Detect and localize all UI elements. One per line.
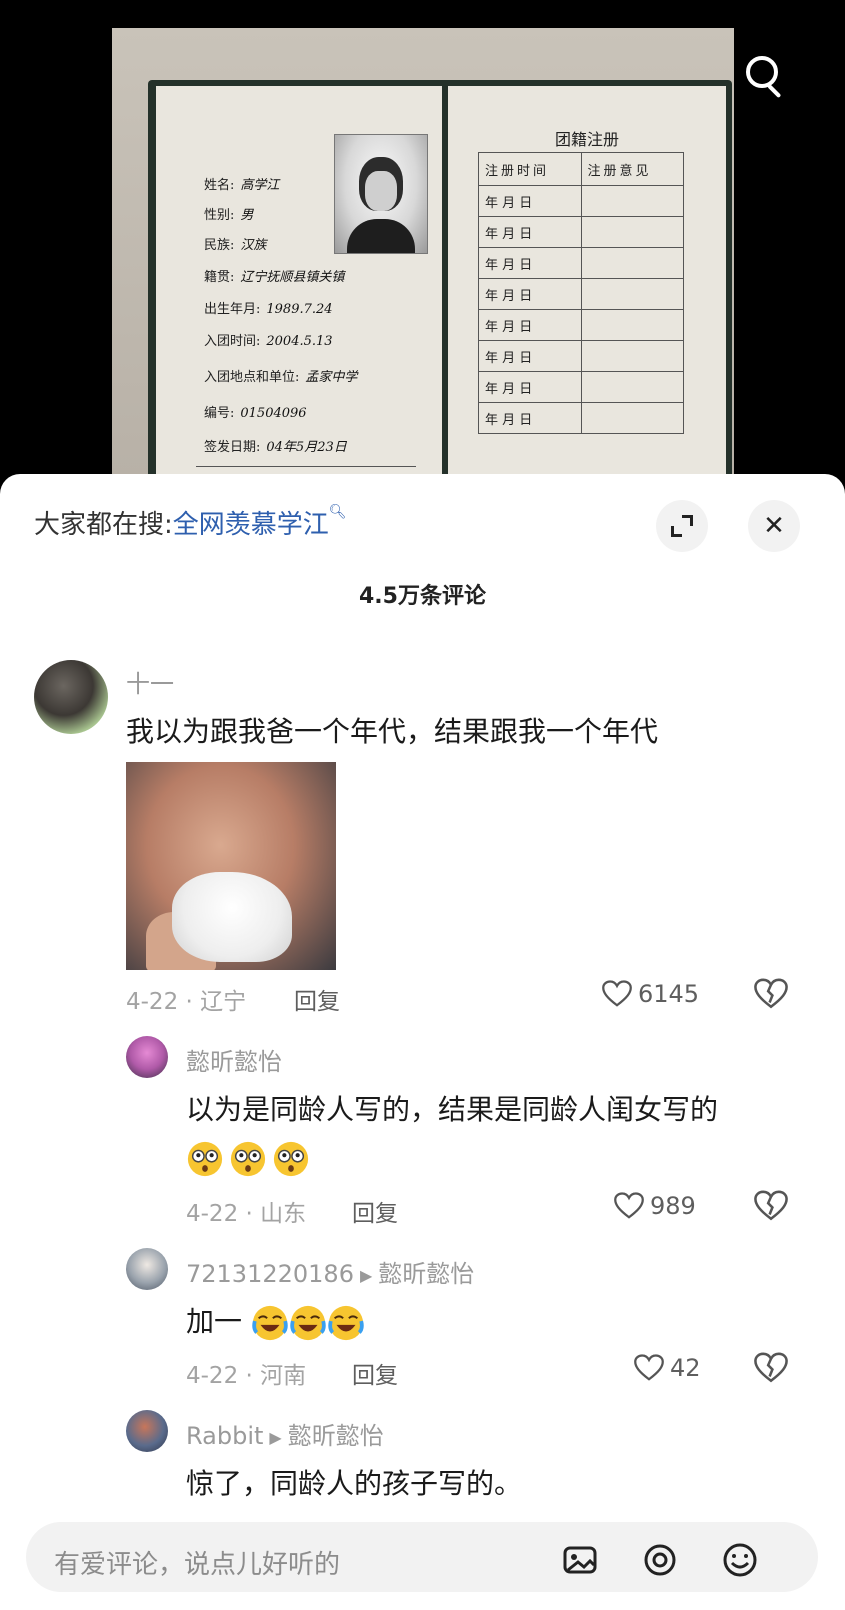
reply-header: 72131220186 ▶ 懿昕懿怡 xyxy=(186,1254,474,1289)
comment-count: 4.5万条评论 xyxy=(359,584,486,609)
comment-date-location: 4-22 · 山东 xyxy=(186,1201,307,1227)
expand-icon xyxy=(671,515,693,537)
comment-text: 以为是同龄人写的，结果是同龄人闺女写的 xyxy=(186,1093,719,1126)
comment-text: 惊了，同龄人的孩子写的。 xyxy=(186,1467,523,1500)
laugh-cry-emoji-icon xyxy=(290,1305,326,1341)
reply-header: Rabbit ▶ 懿昕懿怡 xyxy=(186,1416,384,1451)
field-number: 编号: 01504096 xyxy=(204,406,307,421)
comment-username[interactable]: 懿昕懿怡 xyxy=(186,1042,282,1077)
video-player[interactable]: 姓名: 高学江 性别: 男 民族: 汉族 籍贯: 辽宁抚顺县镇关镇 出生年月: 1989.… xyxy=(0,0,845,500)
close-button[interactable]: ✕ xyxy=(748,500,800,552)
field-hometown: 籍贯: 辽宁抚顺县镇关镇 xyxy=(204,270,345,285)
reply-to-username[interactable]: 懿昕懿怡 xyxy=(288,1422,384,1450)
portrait-photo xyxy=(334,134,428,254)
avatar[interactable] xyxy=(126,1036,168,1078)
shocked-emoji-icon xyxy=(274,1141,309,1177)
avatar[interactable] xyxy=(34,660,108,734)
comment-username[interactable]: 十一 xyxy=(126,664,174,699)
avatar[interactable] xyxy=(126,1410,168,1452)
field-gender: 性别: 男 xyxy=(204,208,254,223)
shocked-emoji-icon xyxy=(230,1141,266,1177)
booklet-left-page: 姓名: 高学江 性别: 男 民族: 汉族 籍贯: 辽宁抚顺县镇关镇 出生年月: 1989.… xyxy=(156,86,442,500)
comment-text: 我以为跟我爸一个年代，结果跟我一个年代 xyxy=(126,715,659,748)
shocked-emoji-icon xyxy=(187,1141,223,1177)
registration-title: 团籍注册 xyxy=(554,130,619,149)
heart-icon xyxy=(634,1354,664,1381)
reply-arrow-icon: ▶ xyxy=(359,1265,373,1285)
like-button[interactable]: 6145 xyxy=(602,980,699,1008)
reply-to-username[interactable]: 懿昕懿怡 xyxy=(378,1260,474,1288)
emoji-row xyxy=(186,1140,310,1178)
broken-heart-icon[interactable] xyxy=(754,1190,788,1222)
comment-username[interactable]: 72131220186 xyxy=(186,1260,354,1288)
membership-booklet: 姓名: 高学江 性别: 男 民族: 汉族 籍贯: 辽宁抚顺县镇关镇 出生年月: 1989.… xyxy=(148,80,732,500)
laugh-cry-emoji-icon xyxy=(252,1305,288,1341)
broken-heart-icon[interactable] xyxy=(754,978,788,1010)
search-icon[interactable] xyxy=(740,50,792,102)
close-icon: ✕ xyxy=(763,511,785,541)
heart-icon xyxy=(614,1192,644,1219)
booklet-right-page: 团籍注册 注册时间 注册意见 年 月 日 年 月 日 年 月 日 年 月 日 年 … xyxy=(448,86,726,500)
broken-heart-icon[interactable] xyxy=(754,1352,788,1384)
field-issue-date: 签发日期: 04年5月23日 xyxy=(204,440,347,455)
hot-search-keyword[interactable]: 全网羡慕学江 xyxy=(173,510,329,540)
like-button[interactable]: 42 xyxy=(634,1354,701,1382)
reply-arrow-icon: ▶ xyxy=(269,1427,282,1447)
field-join-date: 入团时间: 2004.5.13 xyxy=(204,334,333,349)
comment-date-location: 4-22 · 河南 xyxy=(186,1363,307,1389)
at-icon[interactable] xyxy=(640,1540,680,1580)
like-button[interactable]: 989 xyxy=(614,1192,696,1220)
comment-meme-image[interactable] xyxy=(126,762,336,970)
field-join-place: 入团地点和单位: 孟家中学 xyxy=(204,370,358,385)
hot-search-bar[interactable]: 大家都在搜:全网羡慕学江🔍︎ xyxy=(34,504,347,541)
reply-button[interactable]: 回复 xyxy=(294,982,340,1016)
comment-username[interactable]: Rabbit xyxy=(186,1422,263,1450)
expand-button[interactable] xyxy=(656,500,708,552)
registration-table: 注册时间 注册意见 年 月 日 年 月 日 年 月 日 年 月 日 年 月 日 年… xyxy=(478,152,684,434)
search-small-icon: 🔍︎ xyxy=(328,504,347,520)
reply-button[interactable]: 回复 xyxy=(352,1194,398,1228)
comment-date-location: 4-22 · 辽宁 xyxy=(126,989,247,1015)
comments-sheet: 大家都在搜:全网羡慕学江🔍︎ ✕ 4.5万条评论 十一 我以为跟我爸一个年代，结… xyxy=(0,474,845,1610)
emoji-icon[interactable] xyxy=(720,1540,760,1580)
heart-icon xyxy=(602,980,632,1007)
like-count: 6145 xyxy=(638,980,700,1008)
field-name: 姓名: 高学江 xyxy=(204,178,280,193)
comment-text: 加一 xyxy=(186,1300,365,1342)
laugh-cry-emoji-icon xyxy=(328,1305,364,1341)
reply-button[interactable]: 回复 xyxy=(352,1356,398,1390)
like-count: 42 xyxy=(670,1354,701,1382)
comment-input[interactable]: 有爱评论，说点儿好听的 xyxy=(26,1522,818,1592)
hot-search-prefix: 大家都在搜: xyxy=(34,510,173,540)
field-ethnicity: 民族: 汉族 xyxy=(204,238,267,253)
image-icon[interactable] xyxy=(560,1540,600,1580)
comment-input-placeholder: 有爱评论，说点儿好听的 xyxy=(54,1550,341,1580)
like-count: 989 xyxy=(650,1192,696,1220)
field-birth: 出生年月: 1989.7.24 xyxy=(204,302,333,317)
video-frame-league-card: 姓名: 高学江 性别: 男 民族: 汉族 籍贯: 辽宁抚顺县镇关镇 出生年月: 1989.… xyxy=(112,28,734,500)
avatar[interactable] xyxy=(126,1248,168,1290)
